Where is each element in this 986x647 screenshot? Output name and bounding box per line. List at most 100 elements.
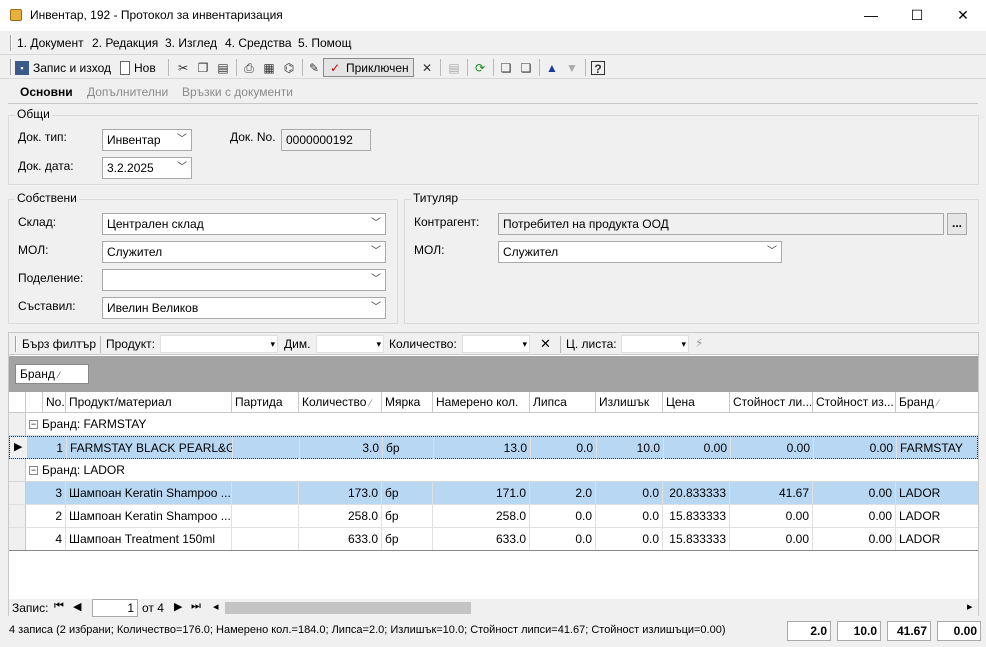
move-down-icon[interactable]: ▼ bbox=[565, 58, 579, 77]
next-record-icon[interactable]: ▶ bbox=[174, 600, 182, 613]
tab-document-links[interactable]: Връзки с документи bbox=[182, 85, 293, 99]
col-no[interactable]: No. bbox=[43, 392, 66, 413]
cell-brand[interactable]: LADOR bbox=[896, 505, 976, 527]
cell-found[interactable]: 633.0 bbox=[433, 528, 530, 550]
close-button[interactable]: ✕ bbox=[940, 0, 986, 31]
cell-no[interactable]: 3 bbox=[43, 482, 66, 504]
pages-icon[interactable]: ❏ bbox=[519, 58, 533, 77]
col-unit[interactable]: Мярка bbox=[382, 392, 433, 413]
cell-qty[interactable]: 3.0 bbox=[300, 437, 383, 459]
clear-filter-icon[interactable]: ✕ bbox=[540, 336, 551, 352]
cell-value-surplus[interactable]: 0.00 bbox=[813, 505, 896, 527]
col-value-missing[interactable]: Стойност ли... bbox=[730, 392, 813, 413]
tab-additional[interactable]: Допълнителни bbox=[87, 85, 168, 99]
menu-view[interactable]: 3. Изглед bbox=[165, 36, 217, 50]
cell-value-surplus[interactable]: 0.00 bbox=[814, 437, 897, 459]
col-price[interactable]: Цена bbox=[663, 392, 730, 413]
scroll-left-icon[interactable]: ◂ bbox=[213, 600, 219, 613]
prev-record-icon[interactable]: ◀ bbox=[73, 600, 81, 613]
table-row[interactable]: 4 Шампоан Treatment 150ml 633.0 бр 633.0… bbox=[9, 528, 978, 551]
cell-no[interactable]: 2 bbox=[43, 505, 66, 527]
col-brand[interactable]: Бранд ⁄ bbox=[896, 392, 978, 413]
maximize-button[interactable]: ☐ bbox=[894, 0, 940, 31]
cell-value-surplus[interactable]: 0.00 bbox=[813, 528, 896, 550]
cell-product[interactable]: Шампоан Keratin Shampoo ... bbox=[66, 505, 232, 527]
list-icon[interactable]: ▤ bbox=[447, 58, 461, 77]
cell-qty[interactable]: 633.0 bbox=[299, 528, 382, 550]
warehouse-select[interactable]: Централен склад ﹀ bbox=[102, 213, 386, 235]
cell-product[interactable]: Шампоан Treatment 150ml bbox=[66, 528, 232, 550]
cell-unit[interactable]: бр bbox=[382, 528, 433, 550]
cell-unit[interactable]: бр bbox=[382, 482, 433, 504]
dim-filter-input[interactable]: ▾ bbox=[316, 335, 384, 353]
doc-type-select[interactable]: Инвентар ﹀ bbox=[102, 129, 192, 151]
last-record-icon[interactable]: ⏭ bbox=[191, 600, 201, 613]
record-number-input[interactable]: 1 bbox=[92, 599, 138, 617]
cell-brand[interactable]: LADOR bbox=[896, 528, 976, 550]
complete-button[interactable]: ✓ Приключен bbox=[323, 58, 414, 77]
cell-found[interactable]: 171.0 bbox=[433, 482, 530, 504]
cell-brand[interactable]: LADOR bbox=[896, 482, 976, 504]
cell-price[interactable]: 15.833333 bbox=[663, 528, 730, 550]
move-up-icon[interactable]: ▲ bbox=[545, 58, 559, 77]
cell-missing[interactable]: 0.0 bbox=[530, 528, 596, 550]
cut-icon[interactable]: ✂ bbox=[176, 58, 190, 77]
cell-brand[interactable]: FARMSTAY bbox=[897, 437, 977, 459]
cell-found[interactable]: 13.0 bbox=[434, 437, 531, 459]
cell-batch[interactable] bbox=[232, 505, 299, 527]
horizontal-scrollbar-thumb[interactable] bbox=[225, 602, 471, 614]
tab-main[interactable]: Основни bbox=[20, 85, 73, 99]
cell-missing[interactable]: 0.0 bbox=[531, 437, 597, 459]
menu-help[interactable]: 5. Помощ bbox=[298, 36, 351, 50]
cell-product[interactable]: Шампоан Keratin Shampoo ... bbox=[66, 482, 232, 504]
cell-value-surplus[interactable]: 0.00 bbox=[813, 482, 896, 504]
cell-unit[interactable]: бр bbox=[383, 437, 434, 459]
cell-found[interactable]: 258.0 bbox=[433, 505, 530, 527]
cell-batch[interactable] bbox=[233, 437, 300, 459]
cell-price[interactable]: 0.00 bbox=[664, 437, 731, 459]
group-row-lador[interactable]: − Бранд: LADOR bbox=[9, 459, 978, 482]
help-icon[interactable]: ? bbox=[591, 58, 605, 77]
edit-icon[interactable]: ✎ bbox=[307, 58, 321, 77]
col-qty[interactable]: Количество ⁄ bbox=[299, 392, 382, 413]
contractor-field[interactable]: Потребител на продукта ООД bbox=[498, 213, 944, 235]
cell-no[interactable]: 4 bbox=[43, 528, 66, 550]
menu-tools[interactable]: 4. Средства bbox=[225, 36, 292, 50]
cell-surplus[interactable]: 0.0 bbox=[596, 528, 663, 550]
collapse-icon[interactable]: − bbox=[29, 420, 38, 429]
minimize-button[interactable]: — bbox=[848, 0, 894, 31]
division-select[interactable]: ﹀ bbox=[102, 269, 386, 291]
cell-value-missing[interactable]: 0.00 bbox=[730, 528, 813, 550]
cell-surplus[interactable]: 0.0 bbox=[596, 505, 663, 527]
cell-product[interactable]: FARMSTAY BLACK PEARL&G... bbox=[67, 437, 233, 459]
doc-no-field[interactable]: 0000000192 bbox=[281, 129, 371, 151]
cell-batch[interactable] bbox=[232, 482, 299, 504]
cell-qty[interactable]: 258.0 bbox=[299, 505, 382, 527]
table-row[interactable]: 2 Шампоан Keratin Shampoo ... 258.0 бр 2… bbox=[9, 505, 978, 528]
cell-no[interactable]: 1 bbox=[44, 437, 67, 459]
collapse-icon[interactable]: − bbox=[29, 466, 38, 475]
price-list-input[interactable]: ▾ bbox=[621, 335, 689, 353]
refresh-icon[interactable]: ⟳ bbox=[473, 58, 487, 77]
filter-run-icon[interactable]: ⚡ bbox=[695, 336, 703, 350]
cell-surplus[interactable]: 10.0 bbox=[597, 437, 664, 459]
page-icon[interactable]: ❏ bbox=[499, 58, 513, 77]
table-row[interactable]: 3 Шампоан Keratin Shampoo ... 173.0 бр 1… bbox=[9, 482, 978, 505]
new-button[interactable]: Нов bbox=[120, 58, 156, 77]
col-value-surplus[interactable]: Стойност из... bbox=[813, 392, 896, 413]
holder-mol-select[interactable]: Служител ﹀ bbox=[498, 241, 782, 263]
col-surplus[interactable]: Излишък bbox=[596, 392, 663, 413]
contractor-browse-button[interactable]: ... bbox=[947, 213, 967, 235]
menu-document[interactable]: 1. Документ bbox=[17, 36, 84, 50]
cell-value-missing[interactable]: 0.00 bbox=[730, 505, 813, 527]
cell-surplus[interactable]: 0.0 bbox=[596, 482, 663, 504]
cell-missing[interactable]: 0.0 bbox=[530, 505, 596, 527]
col-batch[interactable]: Партида bbox=[232, 392, 299, 413]
cell-qty[interactable]: 173.0 bbox=[299, 482, 382, 504]
product-filter-input[interactable]: ▾ bbox=[160, 335, 278, 353]
copy-icon[interactable]: ❐ bbox=[196, 58, 210, 77]
group-chip-brand[interactable]: Бранд ⁄ bbox=[15, 364, 89, 384]
cancel-icon[interactable]: ✕ bbox=[420, 58, 434, 77]
menu-edit[interactable]: 2. Редакция bbox=[92, 36, 158, 50]
cell-unit[interactable]: бр bbox=[382, 505, 433, 527]
